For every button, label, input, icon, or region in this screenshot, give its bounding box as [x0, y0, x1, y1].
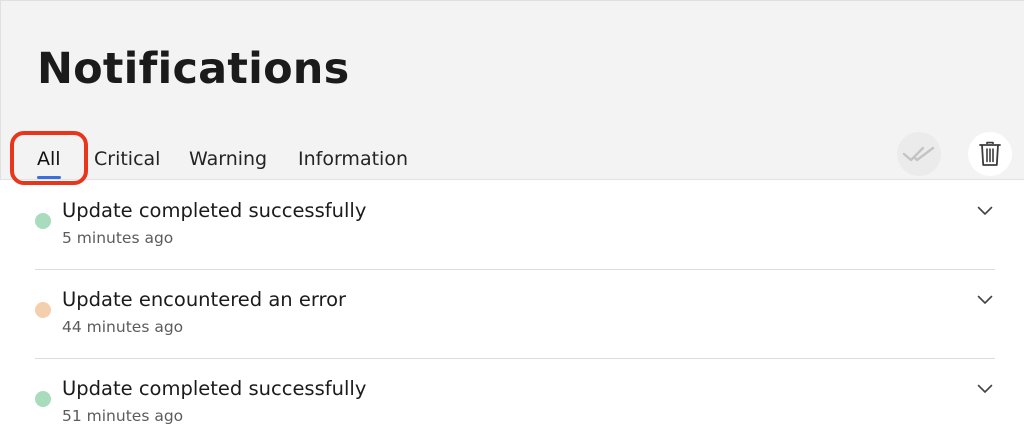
tab-warning-label: Warning [189, 148, 268, 170]
expand-button[interactable] [975, 379, 995, 399]
chevron-down-icon [977, 295, 993, 304]
chevron-down-icon [977, 384, 993, 393]
notifications-panel: Notifications All Critical Warning Infor… [0, 0, 1024, 445]
expand-button[interactable] [975, 201, 995, 221]
mark-all-read-button[interactable] [897, 132, 941, 176]
notification-item[interactable]: Update completed successfully 51 minutes… [35, 359, 995, 445]
notification-title: Update encountered an error [62, 288, 347, 311]
notification-time: 5 minutes ago [62, 229, 174, 247]
trash-icon [979, 141, 1001, 166]
notification-title: Update completed successfully [62, 377, 367, 400]
delete-all-button[interactable] [968, 132, 1012, 176]
header: Notifications All Critical Warning Infor… [0, 0, 1024, 180]
notification-item[interactable]: Update encountered an error 44 minutes a… [35, 270, 995, 359]
status-dot-error [35, 302, 51, 318]
tab-warning[interactable]: Warning [189, 141, 267, 177]
status-dot-success [35, 213, 51, 229]
active-tab-indicator [37, 176, 61, 179]
tab-critical[interactable]: Critical [94, 141, 160, 177]
expand-button[interactable] [975, 290, 995, 310]
notification-time: 51 minutes ago [62, 407, 184, 425]
notification-time: 44 minutes ago [62, 318, 184, 336]
double-check-icon [902, 146, 935, 162]
tab-critical-label: Critical [94, 148, 161, 170]
page-title: Notifications [37, 44, 350, 94]
tab-information[interactable]: Information [298, 141, 408, 177]
tab-information-label: Information [298, 148, 408, 170]
notification-title: Update completed successfully [62, 199, 367, 222]
chevron-down-icon [977, 206, 993, 215]
notification-item[interactable]: Update completed successfully 5 minutes … [35, 181, 995, 270]
tab-all-label: All [37, 148, 61, 170]
tab-all[interactable]: All [37, 141, 61, 179]
status-dot-success [35, 391, 51, 407]
